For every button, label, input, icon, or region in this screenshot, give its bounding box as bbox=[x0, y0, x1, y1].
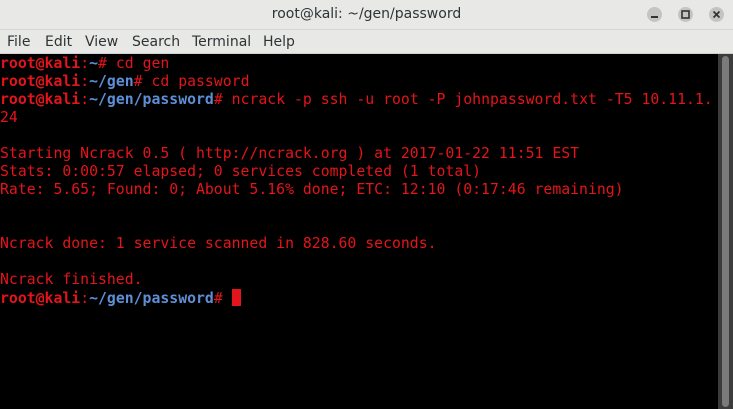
output-text: Rate: 5.65; Found: 0; About 5.16% done; … bbox=[0, 181, 624, 198]
window-title: root@kali: ~/gen/password bbox=[271, 6, 462, 22]
close-button[interactable] bbox=[709, 7, 724, 22]
prompt-path: ~/gen/password bbox=[89, 290, 214, 307]
command-text: ncrack -p ssh -u root -P johnpassword.tx… bbox=[222, 91, 713, 108]
output-line: Ncrack finished. bbox=[0, 271, 143, 289]
prompt-line: root@kali:~/gen/password# ncrack -p ssh … bbox=[0, 91, 713, 109]
menu-terminal[interactable]: Terminal bbox=[192, 34, 251, 50]
output-text: 24 bbox=[0, 109, 18, 126]
prompt-user: root@kali bbox=[0, 55, 81, 72]
menu-view[interactable]: View bbox=[85, 34, 118, 50]
prompt-path: ~ bbox=[89, 55, 99, 72]
output-text: Stats: 0:00:57 elapsed; 0 services compl… bbox=[0, 163, 482, 180]
output-text: Ncrack done: 1 service scanned in 828.60… bbox=[0, 235, 437, 252]
prompt-hash: # bbox=[133, 73, 143, 90]
command-text: cd password bbox=[142, 73, 250, 90]
prompt-separator: : bbox=[80, 91, 90, 108]
output-line: Starting Ncrack 0.5 ( http://ncrack.org … bbox=[0, 145, 579, 163]
output-text: Starting Ncrack 0.5 ( http://ncrack.org … bbox=[0, 145, 580, 162]
command-text: cd gen bbox=[106, 55, 170, 72]
output-line: Ncrack done: 1 service scanned in 828.60… bbox=[0, 235, 437, 253]
menu-bar: File Edit View Search Terminal Help bbox=[0, 30, 733, 54]
prompt-hash: # bbox=[213, 290, 223, 307]
output-line: 24 bbox=[0, 109, 18, 127]
prompt-user: root@kali bbox=[0, 290, 81, 307]
prompt-user: root@kali bbox=[0, 73, 81, 90]
output-line: Rate: 5.65; Found: 0; About 5.16% done; … bbox=[0, 181, 624, 199]
maximize-icon bbox=[681, 10, 690, 19]
prompt-path: ~/gen bbox=[89, 73, 134, 90]
prompt-line: root@kali:~# cd gen bbox=[0, 55, 169, 73]
prompt-line: root@kali:~/gen# cd password bbox=[0, 73, 249, 91]
close-icon bbox=[712, 10, 721, 19]
terminal-window: root@kali: ~/gen/password File Edit View… bbox=[0, 0, 733, 409]
prompt-hash: # bbox=[213, 91, 223, 108]
terminal-output[interactable]: root@kali:~# cd gen root@kali:~/gen# cd p… bbox=[0, 54, 718, 409]
scrollbar-thumb[interactable] bbox=[722, 56, 729, 407]
menu-search[interactable]: Search bbox=[132, 34, 180, 50]
prompt-separator: : bbox=[80, 73, 90, 90]
menu-file[interactable]: File bbox=[7, 34, 30, 50]
output-line: Stats: 0:00:57 elapsed; 0 services compl… bbox=[0, 163, 481, 181]
prompt-separator: : bbox=[80, 290, 90, 307]
minimize-icon bbox=[651, 16, 658, 18]
minimize-button[interactable] bbox=[647, 7, 662, 22]
prompt-hash: # bbox=[98, 55, 107, 72]
menu-edit[interactable]: Edit bbox=[45, 34, 72, 50]
scrollbar[interactable] bbox=[718, 54, 733, 409]
maximize-button[interactable] bbox=[678, 7, 693, 22]
title-bar[interactable]: root@kali: ~/gen/password bbox=[0, 0, 733, 30]
output-text: Ncrack finished. bbox=[0, 271, 143, 288]
prompt-path: ~/gen/password bbox=[89, 91, 214, 108]
menu-help[interactable]: Help bbox=[263, 34, 295, 50]
command-text bbox=[223, 290, 232, 307]
text-cursor bbox=[231, 289, 241, 306]
prompt-line: root@kali:~/gen/password# bbox=[0, 289, 241, 307]
prompt-separator: : bbox=[80, 55, 90, 72]
prompt-user: root@kali bbox=[0, 91, 81, 108]
